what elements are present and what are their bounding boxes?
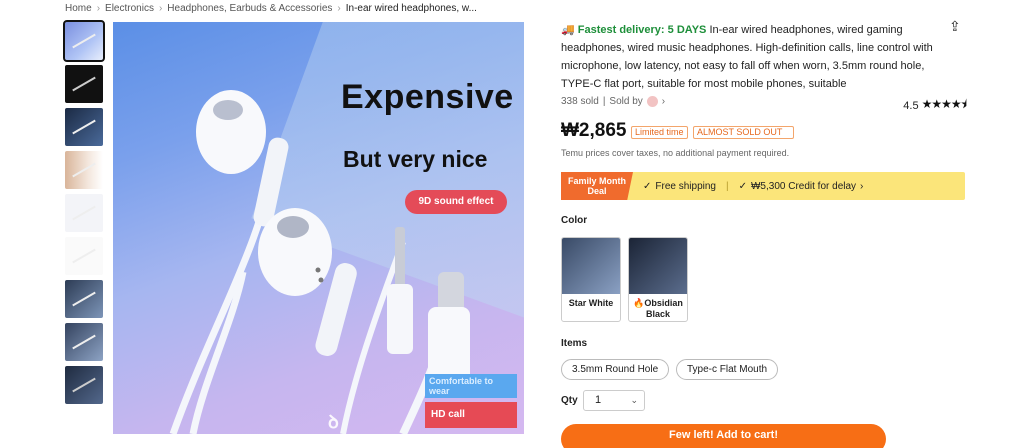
share-icon[interactable]: ⇪ bbox=[949, 18, 961, 35]
chevron-down-icon: ⌄ bbox=[630, 395, 638, 405]
items-label: Items bbox=[561, 338, 588, 349]
sound-effect-pill: 9D sound effect bbox=[405, 190, 507, 214]
color-option-star-white[interactable]: Star White bbox=[561, 237, 621, 322]
thumbnail-image[interactable] bbox=[65, 237, 103, 275]
sold-by-label: Sold by bbox=[609, 96, 643, 107]
breadcrumb-electronics[interactable]: Electronics bbox=[105, 3, 154, 14]
thumbnail-image[interactable] bbox=[65, 108, 103, 146]
chevron-right-icon: › bbox=[96, 3, 101, 14]
color-swatch-image bbox=[562, 238, 620, 294]
chevron-right-icon[interactable]: › bbox=[662, 96, 665, 107]
qty-value: 1 bbox=[595, 394, 602, 406]
hero-subtitle: But very nice bbox=[343, 146, 488, 172]
color-label: Color bbox=[561, 215, 588, 226]
rating[interactable]: 4.5 ★★★★⯨ bbox=[903, 95, 967, 116]
check-icon: ✓ bbox=[643, 180, 652, 192]
truck-icon: 🚚 bbox=[561, 24, 575, 36]
almost-sold-out-tag: ALMOST SOLD OUT bbox=[693, 126, 794, 139]
sales-meta: 338 sold | Sold by › bbox=[561, 96, 665, 107]
family-month-deal-tag: Family Month Deal bbox=[561, 172, 633, 200]
star-rating-icon: ★★★★⯨ bbox=[921, 97, 967, 111]
hd-call-badge: HD call bbox=[425, 402, 517, 428]
chevron-right-icon: › bbox=[158, 3, 163, 14]
chevron-right-icon: › bbox=[860, 180, 864, 192]
fast-delivery: 🚚 Fastest delivery: 5 DAYS bbox=[561, 24, 707, 36]
qty-select[interactable]: 1 ⌄ bbox=[583, 390, 645, 411]
hero-title: Expensive bbox=[341, 78, 514, 116]
breadcrumb-headphones[interactable]: Headphones, Earbuds & Accessories bbox=[167, 3, 332, 14]
delay-credit: ✓ ₩5,300 Credit for delay › bbox=[738, 180, 864, 192]
rating-value: 4.5 bbox=[903, 99, 919, 112]
thumbnail-image[interactable] bbox=[65, 366, 103, 404]
flame-icon: 🔥 bbox=[633, 298, 645, 308]
breadcrumb-home[interactable]: Home bbox=[65, 3, 92, 14]
deal-bar[interactable]: Family Month Deal ✓ Free shipping | ✓ ₩5,3… bbox=[561, 172, 965, 200]
breadcrumb: Home › Electronics › Headphones, Earbuds… bbox=[65, 3, 477, 14]
sold-count: 338 sold bbox=[561, 96, 599, 107]
thumbnail-image[interactable] bbox=[63, 20, 105, 62]
tax-note: Temu prices cover taxes, no additional p… bbox=[561, 148, 790, 158]
thumbnail-image[interactable] bbox=[65, 151, 103, 189]
check-icon: ✓ bbox=[738, 180, 747, 192]
price: ₩2,865 bbox=[561, 120, 627, 141]
add-to-cart-button[interactable]: Few left! Add to cart! bbox=[561, 424, 886, 448]
free-shipping: ✓ Free shipping bbox=[643, 180, 716, 192]
divider: | bbox=[725, 180, 729, 192]
seller-avatar[interactable] bbox=[646, 96, 658, 107]
color-option-label: 🔥Obsidian Black bbox=[633, 298, 683, 319]
comfort-badge: Comfortable to wear bbox=[425, 374, 517, 398]
item-option-round-hole[interactable]: 3.5mm Round Hole bbox=[561, 359, 670, 380]
divider: | bbox=[602, 96, 606, 107]
breadcrumb-current: In-ear wired headphones, w... bbox=[345, 3, 477, 14]
color-option-obsidian-black[interactable]: 🔥Obsidian Black bbox=[628, 237, 688, 322]
limited-time-tag: Limited time bbox=[631, 126, 688, 139]
brand-logo-icon: ꝺ bbox=[328, 412, 339, 432]
color-swatch-image bbox=[629, 238, 687, 294]
main-product-image[interactable]: Expensive But very nice 9D sound effect … bbox=[113, 22, 524, 434]
thumbnail-image[interactable] bbox=[65, 323, 103, 361]
thumbnail-image[interactable] bbox=[65, 280, 103, 318]
thumbnail-image[interactable] bbox=[65, 194, 103, 232]
product-title: 🚚 Fastest delivery: 5 DAYS In-ear wired … bbox=[561, 24, 933, 90]
color-option-label: Star White bbox=[568, 298, 614, 308]
thumbnail-list bbox=[63, 20, 105, 409]
item-option-flat-mouth[interactable]: Type-c Flat Mouth bbox=[676, 359, 779, 380]
qty-label: Qty bbox=[561, 395, 578, 406]
thumbnail-image[interactable] bbox=[65, 65, 103, 103]
chevron-right-icon: › bbox=[337, 3, 341, 14]
